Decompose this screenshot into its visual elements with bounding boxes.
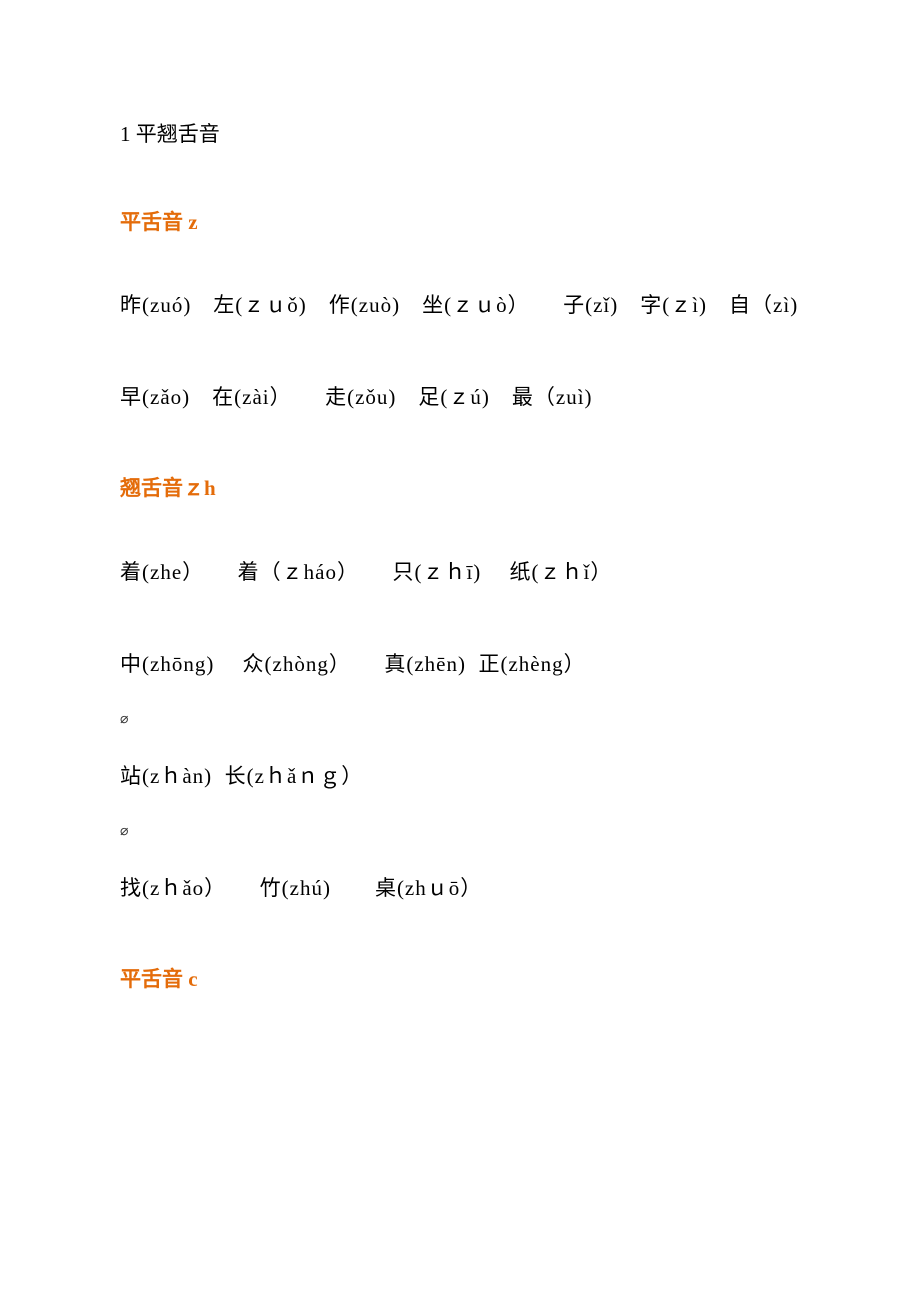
text-line: 中(zhōng) 众(zhòng） 真(zhēn) 正(zhèng） (120, 648, 800, 682)
section-heading-zh: 翘舌音ｚh (120, 472, 800, 506)
ornament-icon: ⌀ (120, 821, 800, 843)
text-line: 站(zｈàn) 长(zｈǎｎｇ） (120, 760, 800, 794)
document-title: 1 平翘舌音 (120, 118, 800, 152)
section-heading-z: 平舌音 z (120, 206, 800, 240)
text-line: 着(zhe） 着（ｚháo） 只(ｚｈī) 纸(ｚｈǐ） (120, 556, 800, 590)
text-line: 早(zǎo) 在(zài） 走(zǒu) 足(ｚú) 最（zuì) (120, 381, 800, 415)
text-line: 找(zｈǎo） 竹(zhú) 桌(zhｕō） (120, 872, 800, 906)
section-heading-c: 平舌音 c (120, 963, 800, 997)
document-page: 1 平翘舌音 平舌音 z 昨(zuó) 左(ｚｕǒ) 作(zuò) 坐(ｚｕò）… (0, 0, 920, 1302)
text-line: 昨(zuó) 左(ｚｕǒ) 作(zuò) 坐(ｚｕò） 子(zǐ) 字(ｚì) … (120, 289, 800, 323)
ornament-icon: ⌀ (120, 709, 800, 731)
